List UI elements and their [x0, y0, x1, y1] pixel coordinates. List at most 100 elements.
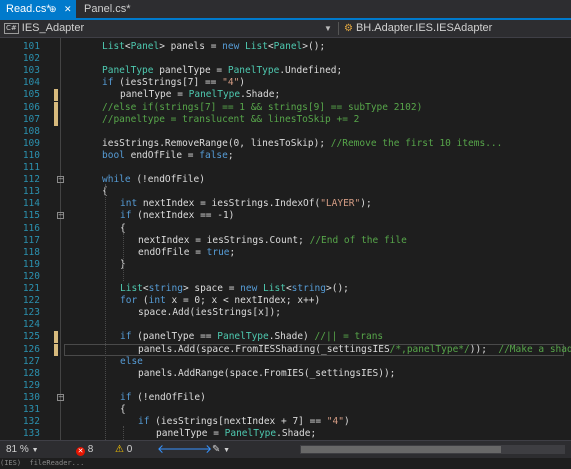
indent-guide [123, 426, 124, 440]
change-marker [54, 89, 58, 102]
code-text: panels.AddRange(space.FromIES(_settingsI… [138, 367, 396, 379]
code-text: int nextIndex = iesStrings.IndexOf("LAYE… [120, 198, 372, 210]
line-number: 130 [22, 391, 40, 403]
line-number: 104 [22, 77, 40, 89]
code-line[interactable]: 130 − if (!endOfFile) [0, 392, 571, 404]
code-line[interactable]: 118 endOfFile = true; [0, 247, 571, 259]
csharp-project-icon: C# [4, 23, 19, 34]
project-label: IES_Adapter [21, 22, 85, 34]
code-line[interactable]: 109 iesStrings.RemoveRange(0, linesToSkip… [0, 138, 571, 150]
code-line[interactable]: 127 else [0, 356, 571, 368]
tab-read-cs-label: Read.cs* [6, 3, 51, 15]
code-text: while (!endOfFile) [102, 174, 205, 186]
code-line[interactable]: 119} [0, 259, 571, 271]
code-text: List<string> space = new List<string>(); [120, 283, 349, 294]
code-line[interactable]: 131 { [0, 404, 571, 416]
line-number: 117 [22, 234, 40, 246]
line-number: 114 [22, 198, 40, 210]
code-line[interactable]: 124 [0, 319, 571, 331]
warning-icon: ⚠ [115, 444, 124, 455]
code-text: endOfFile = true; [138, 246, 236, 258]
indent-guide [105, 184, 106, 440]
code-text: for (int x = 0; x < nextIndex; x++) [120, 295, 321, 307]
code-line[interactable]: 104 if (iesStrings[7] == "4") [0, 77, 571, 89]
line-number: 120 [22, 270, 40, 282]
brush-icon: ✎ [212, 444, 221, 455]
line-number: 108 [22, 125, 40, 137]
navigate-forward-button[interactable]: 🡒 [180, 441, 212, 458]
code-line[interactable]: 120 [0, 271, 571, 283]
zoom-level[interactable]: 81 % ▼ [6, 441, 39, 458]
collapse-icon[interactable]: − [57, 393, 64, 401]
code-text: { [120, 404, 126, 415]
editor-status-bar: 81 % ▼ ✕ 8 ⚠ 0 🡐 🡒 ✎ ▼ [0, 440, 571, 458]
code-line[interactable]: 107 //paneltype = translucent && linesToS… [0, 113, 571, 126]
zoom-value: 81 % [6, 444, 29, 455]
collapse-icon[interactable]: − [57, 176, 64, 184]
code-line[interactable]: 132 if (iesStrings[nextIndex + 7] == "4") [0, 416, 571, 428]
line-number: 133 [22, 428, 40, 440]
code-line[interactable]: 128 panels.AddRange(space.FromIES(_settin… [0, 368, 571, 380]
line-number: 124 [22, 319, 40, 331]
chevron-down-icon: ▼ [31, 447, 39, 454]
tab-panel-cs[interactable]: Panel.cs* [78, 0, 138, 18]
navigation-bar: C# IES_Adapter ▼ ⚙ BH.Adapter.IES.IESAdapt… [0, 20, 571, 38]
error-count[interactable]: ✕ 8 [76, 441, 93, 458]
line-number: 123 [22, 307, 40, 319]
code-text: if (iesStrings[nextIndex + 7] == "4") [138, 416, 350, 428]
code-line[interactable]: 106 //else if(strings[7] == 1 && strings[… [0, 101, 571, 114]
line-number: 101 [22, 41, 40, 52]
code-line[interactable]: 114 int nextIndex = iesStrings.IndexOf("L… [0, 198, 571, 210]
close-icon[interactable]: ✕ [64, 0, 72, 18]
code-text: //else if(strings[7] == 1 && strings[9] … [102, 101, 423, 113]
code-line[interactable]: 111 [0, 162, 571, 174]
code-line[interactable]: 117 nextIndex = iesStrings.Count; //End o… [0, 235, 571, 247]
code-cleanup-button[interactable]: ✎ ▼ [212, 441, 230, 458]
collapse-icon[interactable]: − [57, 212, 64, 220]
line-number: 121 [22, 283, 40, 294]
code-line[interactable]: 121 List<string> space = new List<string>… [0, 283, 571, 295]
code-editor[interactable]: 101 List<Panel> panels = new List<Panel>(… [0, 38, 571, 440]
code-line[interactable]: 126 panels.Add(space.FromIESShading(_sett… [0, 343, 571, 356]
indent-guide [123, 232, 124, 281]
error-icon: ✕ [76, 447, 85, 456]
code-text: //paneltype = translucent && linesToSkip… [102, 113, 360, 125]
class-label: BH.Adapter.IES.IESAdapter [355, 22, 493, 34]
code-line[interactable]: 133 panelType = PanelType.Shade; [0, 428, 571, 440]
code-line[interactable]: 103 PanelType panelType = PanelType.Undef… [0, 65, 571, 77]
code-line[interactable]: 123 space.Add(iesStrings[x]); [0, 307, 571, 319]
code-text: panelType = PanelType.Shade; [156, 428, 317, 440]
code-line[interactable]: 115 − if (nextIndex == -1) [0, 210, 571, 222]
scrollbar-thumb[interactable] [301, 446, 501, 453]
class-dropdown[interactable]: ⚙ BH.Adapter.IES.IESAdapter [344, 21, 569, 36]
line-number: 113 [22, 186, 40, 198]
line-number: 110 [22, 149, 40, 161]
line-number: 106 [22, 101, 40, 113]
code-line[interactable]: 102 [0, 53, 571, 65]
code-text: if (panelType == PanelType.Shade) //|| =… [120, 331, 384, 343]
code-text: if (iesStrings[7] == "4") [102, 77, 246, 89]
code-line[interactable]: 112 − while (!endOfFile) [0, 174, 571, 186]
warning-count[interactable]: ⚠ 0 [115, 441, 132, 458]
code-line[interactable]: 110 bool endOfFile = false; [0, 150, 571, 162]
project-dropdown[interactable]: C# IES_Adapter ▼ [4, 21, 334, 36]
line-number: 111 [22, 162, 40, 173]
code-line[interactable]: 113{ [0, 186, 571, 198]
code-line[interactable]: 122 for (int x = 0; x < nextIndex; x++) [0, 295, 571, 307]
code-text: space.Add(iesStrings[x]); [138, 307, 281, 319]
horizontal-scrollbar[interactable] [300, 445, 565, 454]
line-number: 126 [22, 343, 40, 355]
tab-panel-cs-label: Panel.cs* [84, 3, 131, 15]
code-text: panelType = PanelType.Shade; [120, 89, 281, 101]
pin-icon[interactable]: ⊕ [49, 0, 57, 18]
code-line[interactable]: 108 [0, 126, 571, 138]
tab-read-cs[interactable]: Read.cs* ⊕ ✕ [0, 0, 76, 18]
code-line[interactable]: 116{ [0, 223, 571, 235]
arrow-right-icon: 🡒 [180, 442, 213, 456]
code-line[interactable]: 101 List<Panel> panels = new List<Panel>(… [0, 41, 571, 53]
code-line[interactable]: 125 if (panelType == PanelType.Shade) //|… [0, 331, 571, 344]
code-text: List<Panel> panels = new List<Panel>(); [102, 41, 326, 52]
chevron-down-icon: ▼ [324, 24, 332, 33]
code-line[interactable]: 129 [0, 380, 571, 392]
code-line[interactable]: 105 panelType = PanelType.Shade; [0, 89, 571, 102]
